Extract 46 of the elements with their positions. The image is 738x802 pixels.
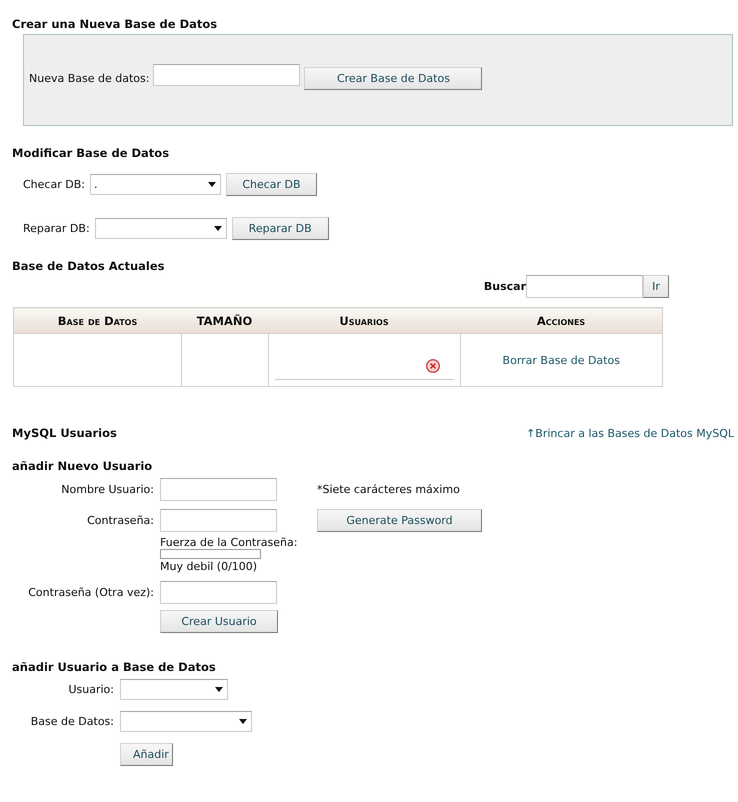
create-database-button[interactable]: Crear Base de Datos [304,66,482,90]
password-field[interactable] [160,581,277,604]
search-label: Buscar [484,280,526,293]
section-title: añadir Usuario a Base de Datos [11,660,217,674]
field-label: Contraseña (Otra vez): [27,586,154,599]
check-db-button[interactable]: Checar DB [226,172,317,196]
field-label: Nombre Usuario: [60,483,154,496]
section-title: Modificar Base de Datos [11,146,170,160]
password-field[interactable] [160,509,277,532]
field-label: Contraseña: [86,514,154,527]
dropdown[interactable] [120,711,252,732]
column-header: Acciones [460,308,662,334]
dropdown[interactable]: . [90,174,221,194]
dropdown[interactable] [94,218,227,238]
section-title: Base de Datos Actuales [11,259,166,273]
column-header: Usuarios [268,308,460,334]
input-field[interactable] [153,64,300,86]
add-button[interactable]: Añadir [120,743,173,766]
dropdown-value: . [94,178,98,190]
go-button[interactable]: Ir [643,275,669,298]
delete-database-link[interactable]: Borrar Base de Datos [502,354,620,366]
field-label: Reparar DB: [23,222,90,234]
section-title: Crear una Nueva Base de Datos [11,17,218,31]
section-title: añadir Nuevo Usuario [11,459,154,473]
dropdown-caret-icon [214,226,222,230]
dropdown-caret-icon [208,182,216,186]
dropdown-caret-icon [215,687,223,692]
dropdown[interactable] [120,679,228,700]
field-label: Base de Datos: [30,715,114,728]
column-header: Base de Datos [14,308,181,334]
delete-icon[interactable] [426,359,440,373]
repair-db-button[interactable]: Reparar DB [232,216,329,240]
jump-link[interactable]: ↑Brincar a las Bases de Datos MySQL [526,426,734,440]
column-header: TAMAÑO [181,308,268,334]
field-label: Nueva Base de datos: [29,72,150,84]
hint-text: *Siete carácteres máximo [317,483,461,496]
generate-password-button[interactable]: Generate Password [317,509,482,532]
input-field[interactable] [160,478,277,501]
field-label: Checar DB: [23,178,85,190]
search-field[interactable] [526,275,643,298]
strength-text: Muy debil (0/100) [160,560,258,573]
strength-label: Fuerza de la Contraseña: [160,536,298,549]
create-user-button[interactable]: Crear Usuario [160,610,278,633]
field-label: Usuario: [67,683,114,696]
dropdown-caret-icon [239,719,247,724]
section-title: MySQL Usuarios [11,426,117,440]
